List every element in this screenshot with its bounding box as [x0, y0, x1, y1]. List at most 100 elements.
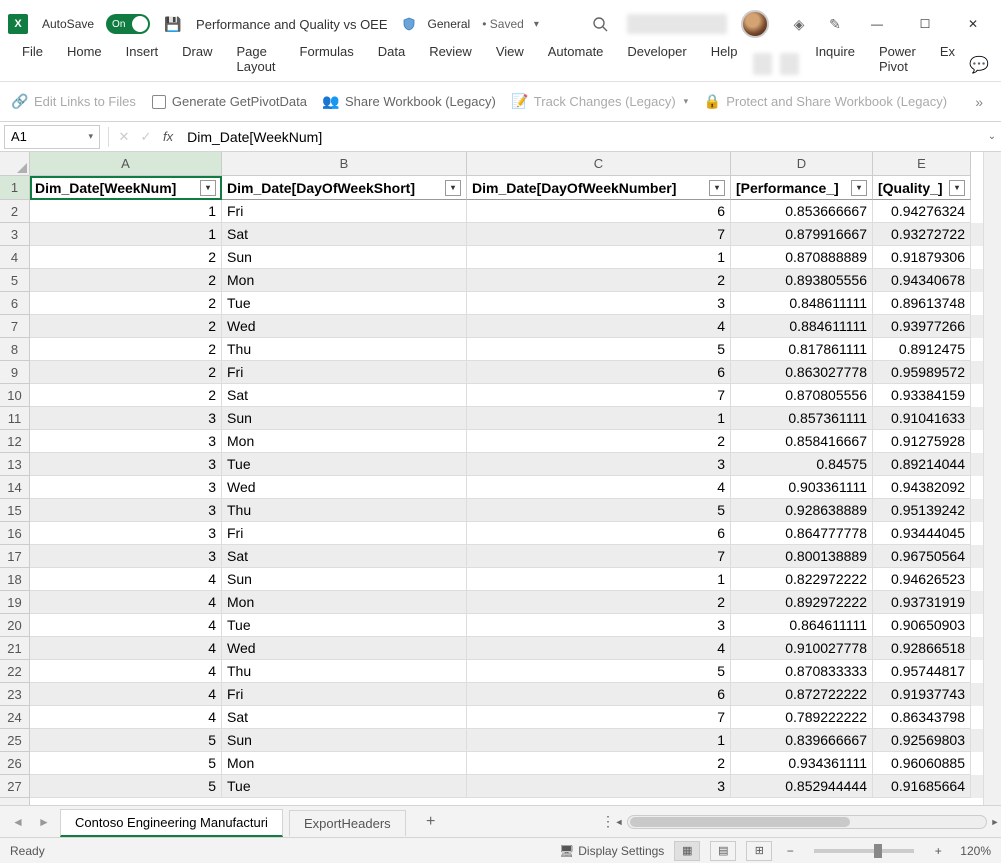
table-cell[interactable]: 3 — [30, 453, 222, 476]
table-cell[interactable]: 3 — [30, 430, 222, 453]
row-header-15[interactable]: 15 — [0, 499, 30, 522]
table-cell[interactable]: 0.800138889 — [731, 545, 873, 568]
user-avatar[interactable] — [741, 10, 769, 38]
table-cell[interactable]: 0.817861111 — [731, 338, 873, 361]
table-cell[interactable]: Sun — [222, 407, 467, 430]
table-cell[interactable]: 7 — [467, 545, 731, 568]
table-cell[interactable]: 7 — [467, 706, 731, 729]
table-cell[interactable]: 3 — [467, 775, 731, 798]
table-cell[interactable]: Mon — [222, 591, 467, 614]
table-cell[interactable]: Thu — [222, 660, 467, 683]
table-cell[interactable]: 3 — [30, 476, 222, 499]
share-workbook-button[interactable]: 👥 Share Workbook (Legacy) — [323, 94, 496, 110]
autosave-toggle[interactable]: On — [106, 14, 150, 34]
table-cell[interactable]: Sun — [222, 568, 467, 591]
table-cell[interactable]: 2 — [30, 292, 222, 315]
ribbon-tab-power-pivot[interactable]: Power Pivot — [867, 37, 928, 81]
table-cell[interactable]: 4 — [30, 591, 222, 614]
ribbon-tab-file[interactable]: File — [10, 37, 55, 81]
saved-dropdown-icon[interactable]: ▾ — [534, 19, 539, 30]
table-cell[interactable]: 1 — [467, 407, 731, 430]
table-cell[interactable]: Mon — [222, 430, 467, 453]
table-cell[interactable]: 0.89214044 — [873, 453, 971, 476]
row-header-22[interactable]: 22 — [0, 660, 30, 683]
table-cell[interactable]: 4 — [467, 476, 731, 499]
table-cell[interactable]: 0.892972222 — [731, 591, 873, 614]
table-cell[interactable]: 0.822972222 — [731, 568, 873, 591]
table-cell[interactable]: 0.94276324 — [873, 200, 971, 223]
table-cell[interactable]: 5 — [467, 338, 731, 361]
scroll-left-icon[interactable]: ◄ — [612, 816, 626, 828]
table-cell[interactable]: 2 — [30, 361, 222, 384]
row-header-16[interactable]: 16 — [0, 522, 30, 545]
table-cell[interactable]: 4 — [30, 683, 222, 706]
table-cell[interactable]: 2 — [467, 591, 731, 614]
fx-icon[interactable]: fx — [163, 129, 173, 144]
zoom-slider-thumb[interactable] — [874, 844, 882, 858]
ribbon-tab-home[interactable]: Home — [55, 37, 114, 81]
zoom-slider[interactable] — [814, 849, 914, 853]
table-cell[interactable]: 0.90650903 — [873, 614, 971, 637]
table-cell[interactable]: Sat — [222, 545, 467, 568]
table-cell[interactable]: 2 — [30, 384, 222, 407]
row-header-20[interactable]: 20 — [0, 614, 30, 637]
ribbon-tab-automate[interactable]: Automate — [536, 37, 616, 81]
table-cell[interactable]: 6 — [467, 200, 731, 223]
row-header-11[interactable]: 11 — [0, 407, 30, 430]
table-cell[interactable]: 1 — [467, 729, 731, 752]
table-cell[interactable]: 7 — [467, 384, 731, 407]
table-cell[interactable]: 0.789222222 — [731, 706, 873, 729]
table-cell[interactable]: Thu — [222, 338, 467, 361]
table-cell[interactable]: 0.93272722 — [873, 223, 971, 246]
row-header-6[interactable]: 6 — [0, 292, 30, 315]
sheet-nav-next-icon[interactable]: ► — [34, 812, 54, 832]
table-cell[interactable]: 0.89613748 — [873, 292, 971, 315]
table-cell[interactable]: 3 — [30, 545, 222, 568]
table-cell[interactable]: Tue — [222, 453, 467, 476]
table-cell[interactable]: 0.893805556 — [731, 269, 873, 292]
table-cell[interactable]: 0.84575 — [731, 453, 873, 476]
table-cell[interactable]: 0.858416667 — [731, 430, 873, 453]
horizontal-scrollbar[interactable]: ◄ ► — [627, 815, 987, 829]
row-header-8[interactable]: 8 — [0, 338, 30, 361]
column-header-D[interactable]: D — [731, 152, 873, 176]
sheet-tab-exportheaders[interactable]: ExportHeaders — [289, 810, 406, 836]
table-cell[interactable]: 1 — [30, 223, 222, 246]
table-cell[interactable]: Fri — [222, 683, 467, 706]
table-cell[interactable]: 1 — [467, 568, 731, 591]
table-cell[interactable]: 0.910027778 — [731, 637, 873, 660]
table-cell[interactable]: 2 — [30, 246, 222, 269]
table-cell[interactable]: 3 — [30, 499, 222, 522]
generate-pivot-checkbox[interactable]: Generate GetPivotData — [152, 94, 307, 109]
table-cell[interactable]: 5 — [467, 660, 731, 683]
table-cell[interactable]: Sat — [222, 706, 467, 729]
table-cell[interactable]: 5 — [30, 775, 222, 798]
ribbon-tab-insert[interactable]: Insert — [114, 37, 171, 81]
table-cell[interactable]: 0.863027778 — [731, 361, 873, 384]
table-cell[interactable]: 0.95744817 — [873, 660, 971, 683]
table-header-cell[interactable]: [Quality_]▾ — [873, 176, 971, 200]
formula-input[interactable] — [179, 125, 983, 149]
table-header-cell[interactable]: Dim_Date[WeekNum]▾ — [30, 176, 222, 200]
table-cell[interactable]: 5 — [30, 729, 222, 752]
name-box[interactable]: A1 ▾ — [4, 125, 100, 149]
row-header-1[interactable]: 1 — [0, 176, 30, 200]
row-header-25[interactable]: 25 — [0, 729, 30, 752]
table-cell[interactable]: 3 — [467, 614, 731, 637]
table-cell[interactable]: 0.857361111 — [731, 407, 873, 430]
column-header-C[interactable]: C — [467, 152, 731, 176]
table-cell[interactable]: 4 — [30, 660, 222, 683]
ribbon-tab-view[interactable]: View — [484, 37, 536, 81]
table-cell[interactable]: Fri — [222, 522, 467, 545]
table-cell[interactable]: 0.91275928 — [873, 430, 971, 453]
table-cell[interactable]: Sun — [222, 246, 467, 269]
table-cell[interactable]: 2 — [30, 269, 222, 292]
table-cell[interactable]: 0.903361111 — [731, 476, 873, 499]
table-cell[interactable]: 0.93384159 — [873, 384, 971, 407]
table-cell[interactable]: 0.864611111 — [731, 614, 873, 637]
ribbon-tab-page-layout[interactable]: Page Layout — [225, 37, 288, 81]
table-cell[interactable]: 4 — [30, 614, 222, 637]
row-header-9[interactable]: 9 — [0, 361, 30, 384]
table-cell[interactable]: 2 — [30, 338, 222, 361]
table-cell[interactable]: 2 — [30, 315, 222, 338]
